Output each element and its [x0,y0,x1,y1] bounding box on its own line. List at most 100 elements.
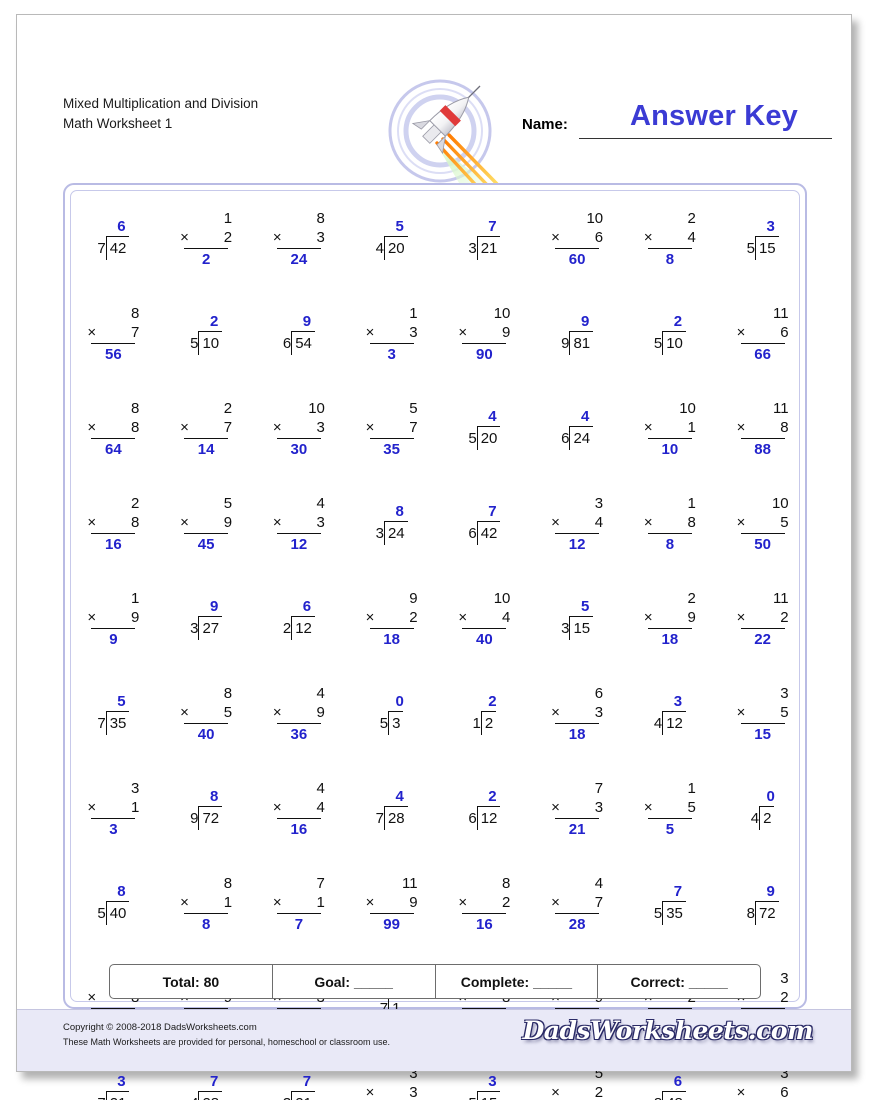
quotient-value[interactable]: 3 [624,692,717,711]
quotient-value[interactable]: 2 [438,692,531,711]
quotient-value[interactable]: 4 [345,787,438,806]
division-problem: 7 5 35 [624,882,717,925]
score-correct[interactable]: Correct: _____ [598,965,760,998]
answer-value[interactable]: 24 [253,249,346,270]
answer-value[interactable]: 40 [160,724,253,745]
answer-value[interactable]: 30 [253,439,346,460]
quotient-value[interactable]: 3 [716,217,809,236]
division-problem: 4 5 20 [438,407,531,450]
answer-value[interactable]: 36 [253,724,346,745]
problem-cell: 4 × 4 16 [253,767,346,862]
score-complete[interactable]: Complete: _____ [436,965,599,998]
quotient-value[interactable]: 4 [531,407,624,426]
multiplier: 8 [131,419,140,436]
quotient-value[interactable]: 5 [67,692,160,711]
quotient-value[interactable]: 4 [438,407,531,426]
multiplier: 9 [316,704,325,721]
quotient-value[interactable]: 7 [253,1072,346,1091]
answer-value[interactable]: 16 [253,819,346,840]
answer-value[interactable]: 3 [345,344,438,365]
answer-value[interactable]: 88 [716,439,809,460]
multiplier: 2 [780,989,789,1006]
answer-value[interactable]: 64 [67,439,160,460]
quotient-value[interactable]: 0 [345,692,438,711]
answer-value[interactable]: 50 [716,534,809,555]
multiplicand: 3 [131,780,140,797]
answer-value[interactable]: 18 [531,724,624,745]
answer-value[interactable]: 18 [624,629,717,650]
quotient-value[interactable]: 6 [67,217,160,236]
answer-value[interactable]: 90 [438,344,531,365]
answer-value[interactable]: 8 [624,249,717,270]
quotient-value[interactable]: 8 [345,502,438,521]
divisor: 3 [468,240,477,257]
answer-value[interactable]: 12 [531,534,624,555]
multiplication-problem: 1 × 5 5 [624,779,717,840]
problem-cell: 10 × 6 60 [531,197,624,292]
problem-cell: 3 4 12 [624,672,717,767]
quotient-value[interactable]: 7 [624,882,717,901]
answer-value[interactable]: 16 [67,534,160,555]
answer-value[interactable]: 28 [531,914,624,935]
quotient-value[interactable]: 8 [160,787,253,806]
quotient-value[interactable]: 0 [716,787,809,806]
quotient-value[interactable]: 7 [438,502,531,521]
score-goal[interactable]: Goal: _____ [273,965,436,998]
answer-value[interactable]: 12 [253,534,346,555]
quotient-value[interactable]: 3 [438,1072,531,1091]
answer-value[interactable]: 18 [345,629,438,650]
multiplicand: 2 [223,400,233,417]
answer-value[interactable]: 60 [531,249,624,270]
answer-value[interactable]: 15 [716,724,809,745]
multiplicand: 6 [594,685,604,702]
answer-value[interactable]: 40 [438,629,531,650]
multiplier: 5 [780,704,789,721]
problem-cell: 5 7 35 [67,672,160,767]
name-input-rule[interactable] [579,138,832,139]
answer-value[interactable]: 3 [67,819,160,840]
multiply-operator: × [272,229,282,246]
quotient-value[interactable]: 3 [67,1072,160,1091]
quotient-value[interactable]: 7 [160,1072,253,1091]
multiplication-problem: 4 × 9 36 [253,684,346,745]
quotient-value[interactable]: 9 [716,882,809,901]
answer-value[interactable]: 8 [160,914,253,935]
answer-value[interactable]: 10 [624,439,717,460]
quotient-value[interactable]: 2 [438,787,531,806]
quotient-value[interactable]: 7 [438,217,531,236]
quotient-value[interactable]: 6 [253,597,346,616]
quotient-value[interactable]: 6 [624,1072,717,1091]
answer-value[interactable]: 16 [438,914,531,935]
quotient-value[interactable]: 9 [160,597,253,616]
multiplicand: 7 [316,875,325,892]
answer-value[interactable]: 14 [160,439,253,460]
answer-value[interactable]: 99 [345,914,438,935]
answer-value[interactable]: 56 [67,344,160,365]
answer-value[interactable]: 8 [624,534,717,555]
quotient-value[interactable]: 2 [624,312,717,331]
quotient-value[interactable]: 5 [345,217,438,236]
quotient-value[interactable]: 5 [531,597,624,616]
multiply-operator: × [365,419,375,436]
quotient-value[interactable]: 2 [160,312,253,331]
answer-value[interactable]: 22 [716,629,809,650]
problem-cell: 9 6 54 [253,292,346,387]
quotient-value[interactable]: 9 [531,312,624,331]
answer-value[interactable]: 45 [160,534,253,555]
multiplier: 7 [409,419,418,436]
problem-cell: 7 × 1 7 [253,862,346,957]
answer-value[interactable]: 2 [160,249,253,270]
problem-cell: 2 × 8 16 [67,482,160,577]
quotient-value[interactable]: 8 [67,882,160,901]
answer-value[interactable]: 21 [531,819,624,840]
answer-value[interactable]: 9 [67,629,160,650]
multiplicand: 11 [773,305,789,322]
answer-key-label: Answer Key [629,100,798,132]
quotient-value[interactable]: 9 [253,312,346,331]
multiply-operator: × [736,324,746,341]
answer-value[interactable]: 5 [624,819,717,840]
answer-value[interactable]: 7 [253,914,346,935]
answer-value[interactable]: 35 [345,439,438,460]
multiplier: 2 [409,609,418,626]
answer-value[interactable]: 66 [716,344,809,365]
